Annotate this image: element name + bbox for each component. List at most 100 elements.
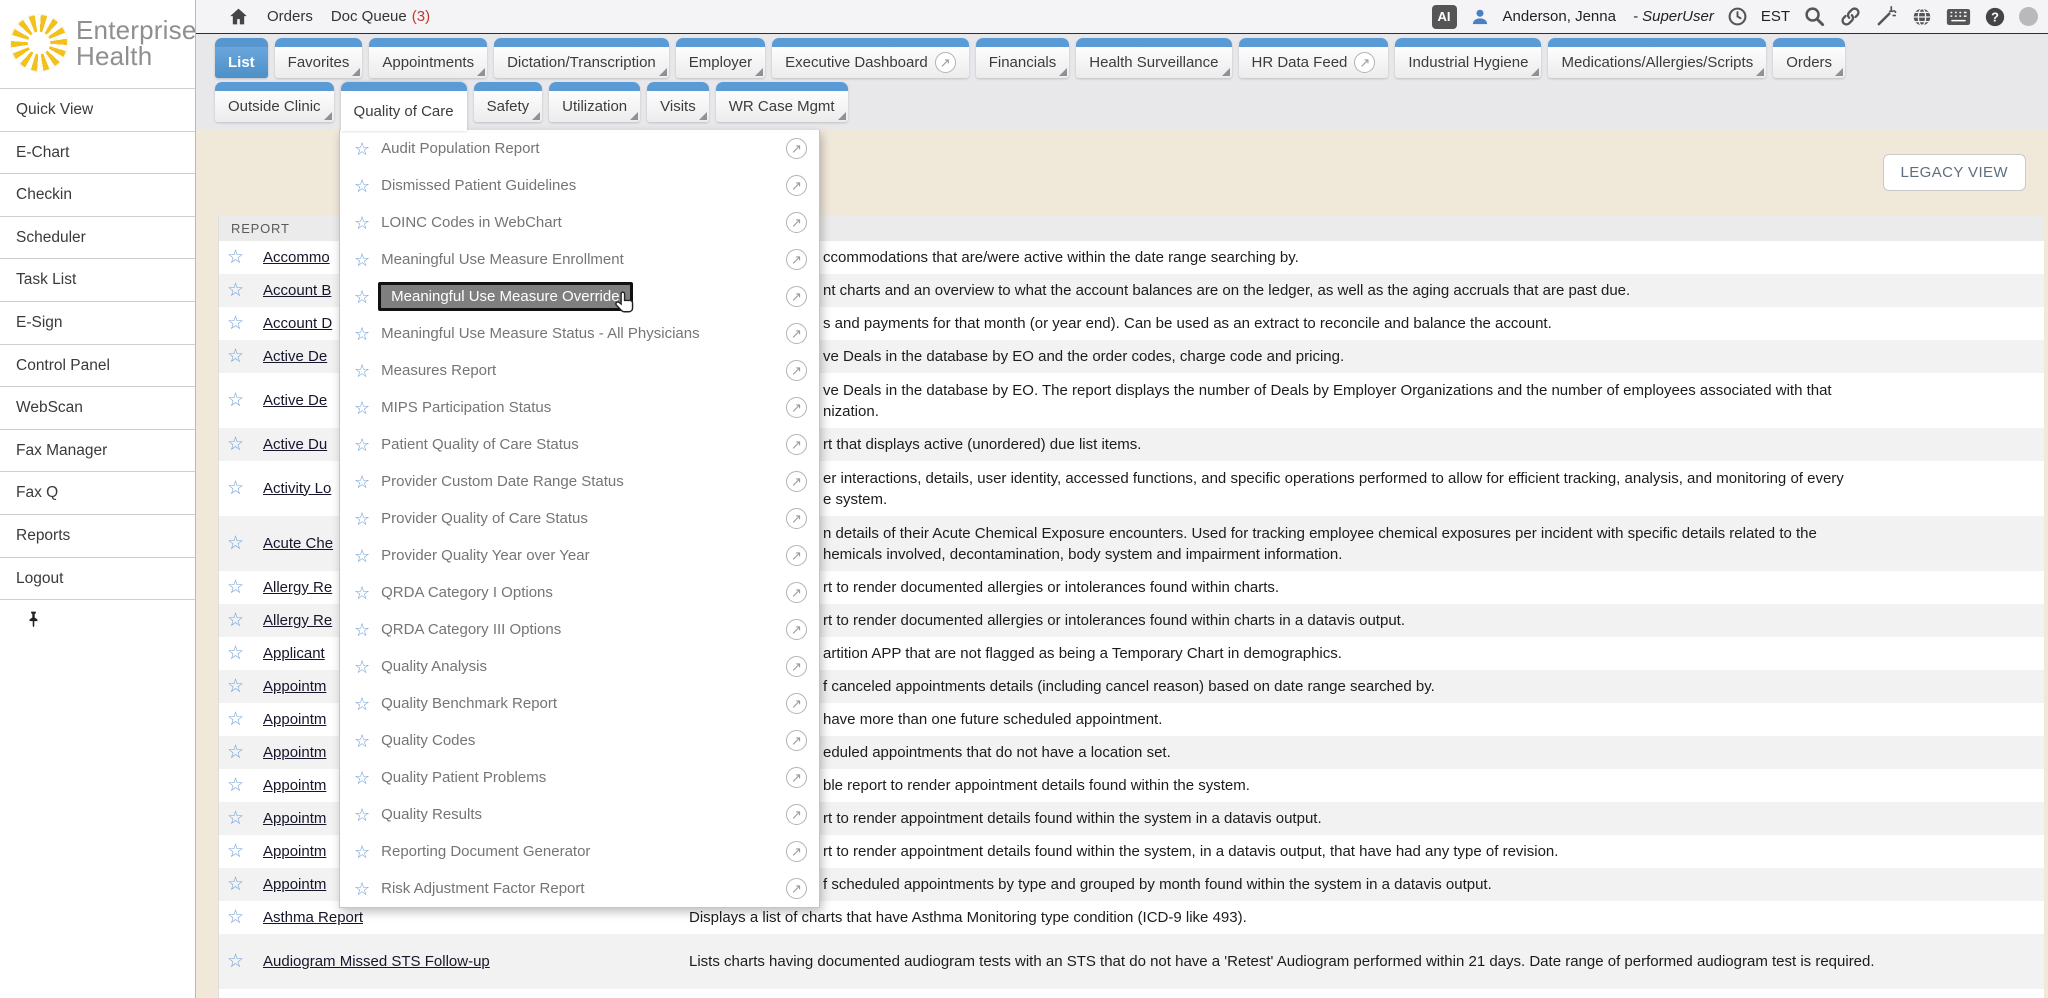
- user-name[interactable]: Anderson, Jenna: [1503, 8, 1616, 25]
- tab-appointments[interactable]: Appointments: [369, 38, 487, 78]
- favorite-star-icon[interactable]: ☆: [354, 510, 370, 528]
- sidebar-item-fax-manager[interactable]: Fax Manager: [0, 429, 195, 472]
- dropdown-item-dismissed-patient-guidelines[interactable]: ☆Dismissed Patient Guidelines↗: [340, 167, 819, 204]
- favorite-star-icon[interactable]: ☆: [354, 177, 370, 195]
- open-report-icon[interactable]: ↗: [786, 656, 807, 677]
- open-report-icon[interactable]: ↗: [786, 878, 807, 899]
- favorite-star-icon[interactable]: ☆: [354, 880, 370, 898]
- favorite-star-icon[interactable]: ☆: [227, 907, 244, 928]
- report-link[interactable]: Appointm: [263, 876, 326, 893]
- favorite-star-icon[interactable]: ☆: [354, 399, 370, 417]
- home-icon[interactable]: [228, 6, 249, 27]
- pin-icon[interactable]: [24, 610, 43, 629]
- sidebar-item-fax-q[interactable]: Fax Q: [0, 471, 195, 514]
- open-report-icon[interactable]: ↗: [786, 693, 807, 714]
- favorite-star-icon[interactable]: ☆: [354, 584, 370, 602]
- favorite-star-icon[interactable]: ☆: [354, 547, 370, 565]
- open-report-icon[interactable]: ↗: [786, 397, 807, 418]
- dropdown-item-provider-quality-year-over-year[interactable]: ☆Provider Quality Year over Year↗: [340, 537, 819, 574]
- favorite-star-icon[interactable]: ☆: [354, 695, 370, 713]
- dropdown-item-audit-population-report[interactable]: ☆Audit Population Report↗: [340, 130, 819, 167]
- dropdown-item-qrda-category-iii-options[interactable]: ☆QRDA Category III Options↗: [340, 611, 819, 648]
- favorite-star-icon[interactable]: ☆: [354, 214, 370, 232]
- dropdown-item-risk-adjustment-factor-report[interactable]: ☆Risk Adjustment Factor Report↗: [340, 870, 819, 907]
- report-link[interactable]: Appointm: [263, 678, 326, 695]
- favorite-star-icon[interactable]: ☆: [227, 346, 244, 367]
- tab-hr-data-feed[interactable]: HR Data Feed↗: [1239, 38, 1389, 78]
- open-report-icon[interactable]: ↗: [786, 619, 807, 640]
- favorite-star-icon[interactable]: ☆: [227, 841, 244, 862]
- dropdown-item-provider-custom-date-range-status[interactable]: ☆Provider Custom Date Range Status↗: [340, 463, 819, 500]
- sidebar-item-e-sign[interactable]: E-Sign: [0, 301, 195, 344]
- dropdown-item-quality-results[interactable]: ☆Quality Results↗: [340, 796, 819, 833]
- open-report-icon[interactable]: ↗: [786, 323, 807, 344]
- dropdown-item-measures-report[interactable]: ☆Measures Report↗: [340, 352, 819, 389]
- report-link[interactable]: Audiogram Missed STS Follow-up: [263, 953, 490, 970]
- favorite-star-icon[interactable]: ☆: [227, 775, 244, 796]
- report-link[interactable]: Active De: [263, 392, 327, 409]
- open-report-icon[interactable]: ↗: [786, 471, 807, 492]
- dropdown-item-patient-quality-of-care-status[interactable]: ☆Patient Quality of Care Status↗: [340, 426, 819, 463]
- tab-outside-clinic[interactable]: Outside Clinic: [215, 82, 334, 122]
- favorite-star-icon[interactable]: ☆: [227, 742, 244, 763]
- open-report-icon[interactable]: ↗: [786, 434, 807, 455]
- report-link[interactable]: Allergy Re: [263, 579, 332, 596]
- favorite-star-icon[interactable]: ☆: [227, 951, 244, 972]
- sidebar-item-reports[interactable]: Reports: [0, 514, 195, 557]
- favorite-star-icon[interactable]: ☆: [354, 362, 370, 380]
- favorite-star-icon[interactable]: ☆: [354, 251, 370, 269]
- favorite-star-icon[interactable]: ☆: [227, 280, 244, 301]
- open-report-icon[interactable]: ↗: [786, 730, 807, 751]
- dropdown-item-quality-codes[interactable]: ☆Quality Codes↗: [340, 722, 819, 759]
- open-report-icon[interactable]: ↗: [786, 508, 807, 529]
- favorite-star-icon[interactable]: ☆: [227, 610, 244, 631]
- open-report-icon[interactable]: ↗: [786, 138, 807, 159]
- dropdown-item-quality-patient-problems[interactable]: ☆Quality Patient Problems↗: [340, 759, 819, 796]
- favorite-star-icon[interactable]: ☆: [227, 313, 244, 334]
- report-link[interactable]: Active De: [263, 348, 327, 365]
- tab-favorites[interactable]: Favorites: [275, 38, 363, 78]
- dropdown-item-qrda-category-i-options[interactable]: ☆QRDA Category I Options↗: [340, 574, 819, 611]
- legacy-view-button[interactable]: LEGACY VIEW: [1883, 154, 2027, 191]
- keyboard-icon[interactable]: [1946, 7, 1971, 27]
- ai-badge[interactable]: AI: [1432, 5, 1457, 29]
- dropdown-item-meaningful-use-measure-override[interactable]: ☆Meaningful Use Measure Override↗: [340, 278, 819, 315]
- favorite-star-icon[interactable]: ☆: [354, 769, 370, 787]
- report-link[interactable]: Activity Lo: [263, 480, 331, 497]
- wand-icon[interactable]: [1875, 5, 1898, 28]
- report-link[interactable]: Acute Che: [263, 535, 333, 552]
- tab-safety[interactable]: Safety: [474, 82, 543, 122]
- favorite-star-icon[interactable]: ☆: [354, 732, 370, 750]
- favorite-star-icon[interactable]: ☆: [227, 533, 244, 554]
- sidebar-item-e-chart[interactable]: E-Chart: [0, 131, 195, 174]
- favorite-star-icon[interactable]: ☆: [227, 247, 244, 268]
- favorite-star-icon[interactable]: ☆: [227, 434, 244, 455]
- breadcrumb-doc-queue[interactable]: Doc Queue(3): [331, 8, 430, 25]
- favorite-star-icon[interactable]: ☆: [227, 709, 244, 730]
- favorite-star-icon[interactable]: ☆: [354, 473, 370, 491]
- report-link[interactable]: Asthma Report: [263, 909, 363, 926]
- help-icon[interactable]: ?: [1984, 6, 2006, 28]
- sidebar-item-checkin[interactable]: Checkin: [0, 173, 195, 216]
- report-link[interactable]: Appointm: [263, 810, 326, 827]
- report-link[interactable]: Allergy Re: [263, 612, 332, 629]
- sidebar-item-webscan[interactable]: WebScan: [0, 386, 195, 429]
- clock-icon[interactable]: [1727, 6, 1748, 27]
- favorite-star-icon[interactable]: ☆: [227, 643, 244, 664]
- tab-list[interactable]: List: [215, 38, 268, 78]
- favorite-star-icon[interactable]: ☆: [227, 808, 244, 829]
- dropdown-item-quality-analysis[interactable]: ☆Quality Analysis↗: [340, 648, 819, 685]
- report-link[interactable]: Appointm: [263, 777, 326, 794]
- dropdown-item-quality-benchmark-report[interactable]: ☆Quality Benchmark Report↗: [340, 685, 819, 722]
- tab-health-surveillance[interactable]: Health Surveillance: [1076, 38, 1231, 78]
- favorite-star-icon[interactable]: ☆: [354, 436, 370, 454]
- tab-visits[interactable]: Visits: [647, 82, 709, 122]
- sidebar-item-task-list[interactable]: Task List: [0, 258, 195, 301]
- favorite-star-icon[interactable]: ☆: [354, 843, 370, 861]
- favorite-star-icon[interactable]: ☆: [227, 874, 244, 895]
- tab-financials[interactable]: Financials: [976, 38, 1070, 78]
- open-report-icon[interactable]: ↗: [786, 249, 807, 270]
- report-link[interactable]: Appointm: [263, 711, 326, 728]
- favorite-star-icon[interactable]: ☆: [227, 478, 244, 499]
- open-report-icon[interactable]: ↗: [786, 545, 807, 566]
